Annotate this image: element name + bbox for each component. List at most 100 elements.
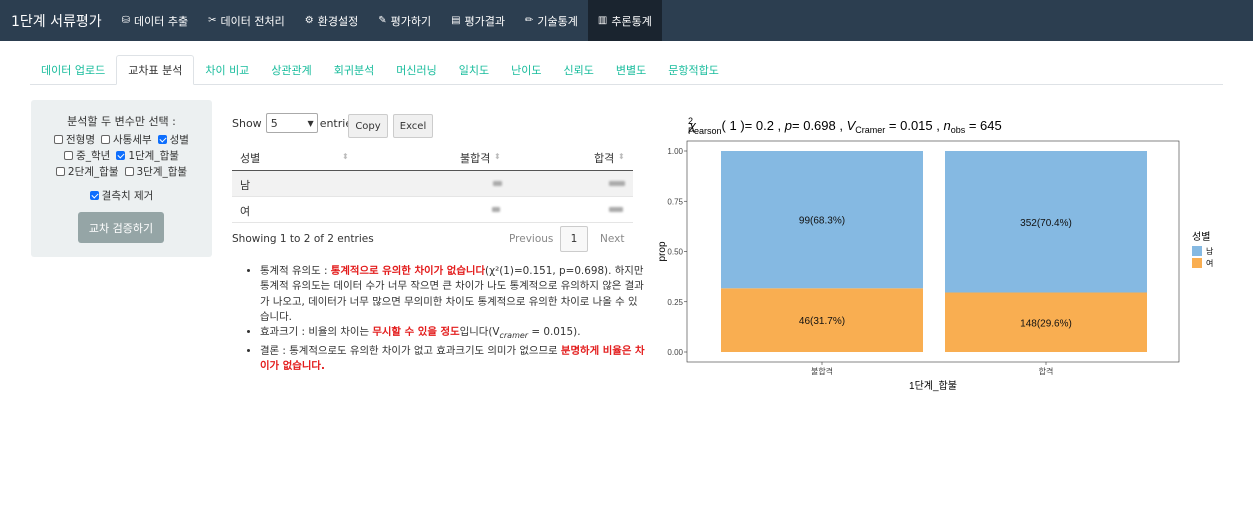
sort-icon[interactable]: ⬍ <box>342 152 349 161</box>
subtitle-part: 2 <box>688 116 693 126</box>
table-header: 성별 ⬍ 불합격 ⬍ 합격 ⬍ <box>232 144 633 171</box>
tab-item[interactable]: 상관관계 <box>260 56 322 84</box>
checkbox-box[interactable] <box>157 135 167 144</box>
variable-panel: 분석할 두 변수만 선택 : 전형명 사통세부 성별 중_학년 1단계_합불 2단계_… <box>31 100 212 257</box>
nav-item-label: 환경설정 <box>317 14 359 28</box>
nav-item-label: 기술통계 <box>537 14 578 28</box>
redacted-cell <box>492 207 500 212</box>
nav-item-label: 평가결과 <box>464 14 506 28</box>
checkbox-box[interactable] <box>54 135 64 144</box>
variable-checkbox[interactable]: 전형명 <box>54 132 95 147</box>
x-tick-label: 합격 <box>1039 366 1054 376</box>
run-crosstab-button[interactable]: 교차 검증하기 <box>78 212 164 243</box>
subtitle-part: Cramer <box>855 125 885 135</box>
nav-item[interactable]: ✎ 평가하기 <box>368 0 441 41</box>
tab-item[interactable]: 차이 비교 <box>194 56 260 84</box>
sort-icon[interactable]: ⬍ <box>618 152 625 161</box>
note-text: 입니다(V <box>459 326 500 339</box>
subtitle-part: n <box>943 118 950 133</box>
checkbox-box[interactable] <box>124 167 134 176</box>
column-header[interactable]: 불합격 <box>460 150 490 166</box>
legend-title: 성별 <box>1192 231 1210 243</box>
checkbox-label: 2단계_합불 <box>67 166 119 178</box>
pencil-icon: ✏ <box>525 15 534 26</box>
sort-icon[interactable]: ⬍ <box>494 152 501 161</box>
bar-label: 148(29.6%) <box>1020 318 1072 329</box>
note-text: 통계적 유의도 : <box>260 265 331 277</box>
subtitle-part: = 645 <box>965 118 1002 133</box>
tab-item[interactable]: 난이도 <box>500 56 552 84</box>
y-tick-label: 0.25 <box>667 298 683 307</box>
checkbox-box[interactable] <box>101 135 110 144</box>
table-row: 남 <box>232 171 633 197</box>
chart-svg: χ2 Pearson( 1 )= 0.2 , p= 0.698 , VCramer… <box>657 116 1214 392</box>
note-highlight: 통계적으로 유의한 차이가 없습니다 <box>330 265 486 277</box>
bar-label: 352(70.4%) <box>1020 218 1072 229</box>
subtitle-part: Pearson <box>688 126 722 136</box>
x-axis-label: 1단계_합불 <box>909 380 957 392</box>
nav-item[interactable]: ▥ 추론통계 <box>587 0 662 41</box>
navbar: 1단계 서류평가 ⛁ 데이터 추출 ✂ 데이터 전처리 ⚙ 환경설정 ✎ 평가하기 ▤ 평가결과 ✏… <box>0 0 1253 41</box>
entries-select[interactable]: 5 ▼ <box>265 113 318 133</box>
nav-item[interactable]: ✂ 데이터 전처리 <box>198 0 295 41</box>
tab-item[interactable]: 변별도 <box>605 56 657 84</box>
legend-swatch <box>1192 246 1202 256</box>
x-tick-label: 불합격 <box>811 366 833 376</box>
nav-item[interactable]: ⛁ 데이터 추출 <box>112 0 199 41</box>
variable-checkbox[interactable]: 1단계_합불 <box>116 148 179 163</box>
redacted-cell <box>609 181 625 186</box>
excel-button[interactable]: Excel <box>393 114 433 138</box>
chart-subtitle: χ2 Pearson( 1 )= 0.2 , p= 0.698 , VCramer… <box>688 116 1002 136</box>
column-header[interactable]: 성별 <box>240 150 260 166</box>
file-icon: ▤ <box>451 15 461 26</box>
nav-item[interactable]: ▤ 평가결과 <box>441 0 515 41</box>
nav-item[interactable]: ✏ 기술통계 <box>515 0 588 41</box>
tab-item[interactable]: 머신러닝 <box>385 56 447 84</box>
subtitle-part: ( 1 )= 0.2 , <box>722 118 785 133</box>
tab-item[interactable]: 교차표 분석 <box>116 55 195 85</box>
nav-item[interactable]: ⚙ 환경설정 <box>295 0 368 41</box>
legend-label: 여 <box>1206 258 1213 268</box>
conclusion-note: 결론 : 통계적으로도 유의한 차이가 없고 효과크기도 의미가 없으므로 분명… <box>260 344 647 375</box>
next-button[interactable]: Next <box>600 226 624 252</box>
checkbox-box[interactable] <box>55 167 65 176</box>
column-header[interactable]: 합격 <box>594 150 614 166</box>
bar-label: 46(31.7%) <box>799 316 845 327</box>
tab-item[interactable]: 데이터 업로드 <box>30 56 116 84</box>
tab-bar: 데이터 업로드 교차표 분석 차이 비교 상관관계 회귀분석 머신러닝 일치도 난이도 신뢰도 변… <box>30 55 1223 85</box>
previous-button[interactable]: Previous <box>509 226 553 252</box>
nav-item-label: 평가하기 <box>390 14 432 28</box>
checkbox-box[interactable] <box>64 151 74 160</box>
interpretation-list: 통계적 유의도 : 통계적으로 유의한 차이가 없습니다(χ²(1)=0.151… <box>247 264 647 374</box>
variable-checkbox[interactable]: 성별 <box>157 132 189 147</box>
nav-item-label: 데이터 전처리 <box>220 14 285 28</box>
y-tick-label: 0.50 <box>667 248 683 257</box>
y-tick-label: 0.00 <box>667 348 683 357</box>
variable-checkbox[interactable]: 사통세부 <box>101 132 152 147</box>
y-tick-label: 1.00 <box>667 147 683 156</box>
tab-item[interactable]: 문항적합도 <box>657 56 730 84</box>
missing-checkbox[interactable]: 결측치 제거 <box>89 188 153 203</box>
edit-icon: ✎ <box>378 15 387 26</box>
checkbox-box[interactable] <box>116 151 126 160</box>
variable-checkbox[interactable]: 중_학년 <box>64 148 110 163</box>
checkbox-label: 1단계_합불 <box>128 150 179 162</box>
app-title[interactable]: 1단계 서류평가 <box>0 11 112 31</box>
tools-icon: ✂ <box>208 15 217 26</box>
checkbox-box[interactable] <box>89 191 99 200</box>
show-label: Show <box>232 116 262 130</box>
y-axis-label: prop <box>657 241 668 261</box>
page-button[interactable]: 1 <box>560 226 588 252</box>
tab-item[interactable]: 일치도 <box>448 56 500 84</box>
variable-checkbox[interactable]: 2단계_합불 <box>55 164 119 179</box>
copy-button[interactable]: Copy <box>348 114 388 138</box>
note-text: = 0.015). <box>528 326 581 339</box>
chart-icon: ▥ <box>597 15 608 26</box>
tab-item[interactable]: 신뢰도 <box>553 56 605 84</box>
tab-item[interactable]: 회귀분석 <box>323 56 385 84</box>
subtitle-part: = 0.698 , <box>792 118 847 133</box>
stacked-bar-chart: χ2 Pearson( 1 )= 0.2 , p= 0.698 , VCramer… <box>655 108 1235 397</box>
chevron-down-icon: ▼ <box>307 118 314 128</box>
variable-checkbox[interactable]: 3단계_합불 <box>124 164 187 179</box>
entries-value: 5 <box>270 116 278 130</box>
